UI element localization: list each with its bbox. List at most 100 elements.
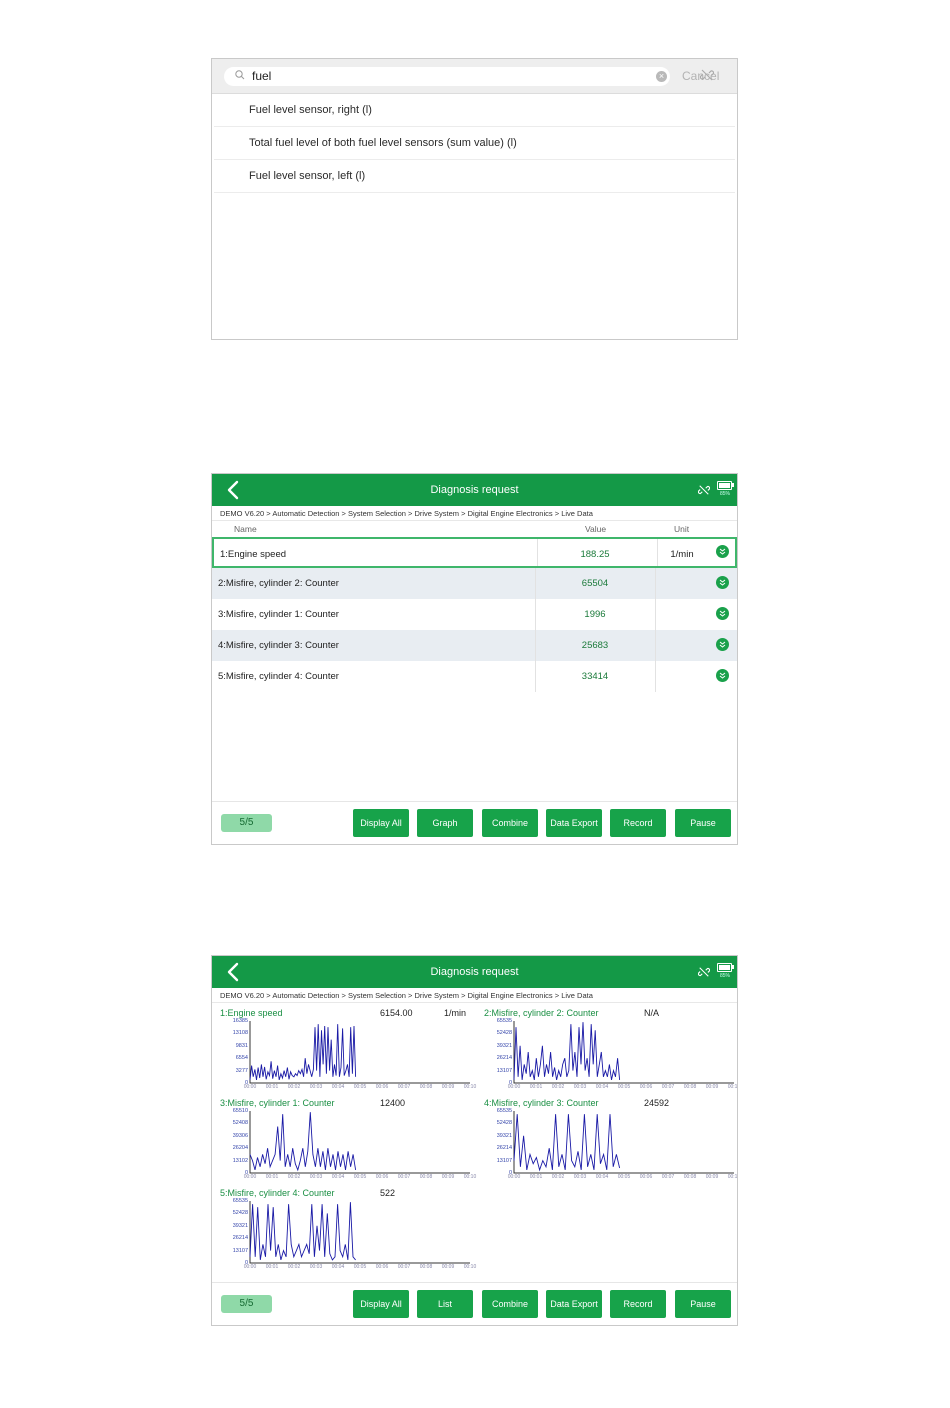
- unlink-icon: [698, 967, 710, 977]
- x-tick-label: 00:05: [617, 1174, 631, 1180]
- x-tick-label: 00:00: [507, 1174, 521, 1180]
- row-name: 2:Misfire, cylinder 2: Counter: [218, 578, 339, 589]
- unlink-icon: [698, 485, 710, 495]
- header-bar: Diagnosis request 85%: [212, 956, 737, 988]
- search-result-item[interactable]: Total fuel level of both fuel level sens…: [214, 127, 735, 160]
- unlink-icon: [700, 69, 714, 81]
- x-tick-label: 00:08: [419, 1264, 433, 1270]
- record-button[interactable]: Record: [610, 809, 666, 837]
- record-button[interactable]: Record: [610, 1290, 666, 1318]
- pause-button[interactable]: Pause: [675, 809, 731, 837]
- x-tick-label: 00:04: [595, 1084, 609, 1090]
- table-row[interactable]: 5:Misfire, cylinder 4: Counter 33414: [212, 661, 737, 692]
- table-row[interactable]: 1:Engine speed 188.25 1/min: [212, 537, 737, 568]
- expand-chevron-icon[interactable]: [716, 638, 729, 651]
- x-tick-label: 00:09: [705, 1084, 719, 1090]
- x-tick-label: 00:01: [265, 1174, 279, 1180]
- x-tick-label: 00:02: [551, 1174, 565, 1180]
- table-row[interactable]: 3:Misfire, cylinder 1: Counter 1996: [212, 599, 737, 630]
- graph-title: 1:Engine speed: [220, 1008, 283, 1018]
- y-tick-label: 13107: [232, 1247, 248, 1254]
- x-tick-label: 00:06: [375, 1264, 389, 1270]
- row-unit: 1/min: [670, 549, 694, 560]
- display-all-button[interactable]: Display All: [353, 809, 409, 837]
- x-tick-label: 00:05: [353, 1174, 367, 1180]
- x-tick-label: 00:10: [727, 1174, 738, 1180]
- y-tick-label: 39321: [496, 1042, 512, 1049]
- expand-chevron-icon[interactable]: [716, 607, 729, 620]
- clear-icon[interactable]: ×: [656, 71, 667, 82]
- pause-button[interactable]: Pause: [675, 1290, 731, 1318]
- search-result-item[interactable]: Fuel level sensor, left (l): [214, 160, 735, 193]
- battery-percent: 85%: [720, 491, 731, 497]
- table-row[interactable]: 2:Misfire, cylinder 2: Counter 65504: [212, 568, 737, 599]
- y-tick-label: 52428: [496, 1030, 512, 1037]
- x-tick-label: 00:00: [243, 1084, 257, 1090]
- x-tick-label: 00:07: [397, 1174, 411, 1180]
- x-tick-label: 00:10: [463, 1084, 477, 1090]
- page-counter: 5/5: [221, 814, 272, 832]
- x-tick-label: 00:01: [265, 1084, 279, 1090]
- y-tick-label: 26214: [496, 1055, 512, 1062]
- table-header: Name Value Unit: [212, 521, 737, 537]
- header-title: Diagnosis request: [430, 484, 519, 496]
- y-tick-label: 26214: [232, 1235, 248, 1242]
- search-result-label: Fuel level sensor, left (l): [249, 170, 366, 182]
- x-tick-label: 00:08: [419, 1174, 433, 1180]
- expand-chevron-icon[interactable]: [716, 576, 729, 589]
- expand-chevron-icon[interactable]: [716, 669, 729, 682]
- graph-plot: [513, 1111, 734, 1174]
- search-query: fuel: [252, 69, 272, 83]
- x-tick-label: 00:01: [529, 1084, 543, 1090]
- graph-current-value: 24592: [644, 1098, 670, 1108]
- y-tick-label: 13107: [496, 1067, 512, 1074]
- breadcrumb: DEMO V6.20 > Automatic Detection > Syste…: [212, 506, 737, 521]
- x-tick-label: 00:05: [353, 1084, 367, 1090]
- live-data-list-panel: Diagnosis request 85% DEMO V6.20 > Autom…: [211, 473, 738, 845]
- x-tick-label: 00:06: [375, 1084, 389, 1090]
- y-tick-label: 39306: [232, 1132, 248, 1139]
- data-export-button[interactable]: Data Export: [546, 1290, 602, 1318]
- y-tick-label: 65510: [232, 1108, 248, 1114]
- y-tick-label: 9831: [235, 1042, 248, 1049]
- x-tick-label: 00:02: [287, 1174, 301, 1180]
- expand-chevron-icon[interactable]: [716, 545, 729, 558]
- graph-title: 2:Misfire, cylinder 2: Counter: [484, 1008, 599, 1018]
- data-export-button[interactable]: Data Export: [546, 809, 602, 837]
- bottom-toolbar: 5/5 Display All Graph Combine Data Expor…: [212, 801, 737, 844]
- y-tick-label: 26214: [496, 1145, 512, 1152]
- x-tick-label: 00:01: [529, 1174, 543, 1180]
- search-result-item[interactable]: Fuel level sensor, right (l): [214, 94, 735, 127]
- graph-current-value: 12400: [380, 1098, 406, 1108]
- list-button[interactable]: List: [417, 1290, 473, 1318]
- x-tick-label: 00:07: [661, 1174, 675, 1180]
- search-input[interactable]: fuel ×: [224, 67, 670, 86]
- y-tick-label: 3277: [235, 1067, 248, 1074]
- battery-percent: 85%: [720, 973, 731, 979]
- header-bar: Diagnosis request 85%: [212, 474, 737, 506]
- table-row[interactable]: 4:Misfire, cylinder 3: Counter 25683: [212, 630, 737, 661]
- graph-unit: 1/min: [444, 1008, 467, 1018]
- combine-button[interactable]: Combine: [482, 809, 538, 837]
- x-tick-label: 00:08: [419, 1084, 433, 1090]
- graph-series-line: [249, 1202, 356, 1261]
- column-header-value: Value: [585, 524, 607, 534]
- x-tick-label: 00:06: [375, 1174, 389, 1180]
- x-tick-label: 00:03: [573, 1174, 587, 1180]
- x-tick-label: 00:00: [243, 1264, 257, 1270]
- x-tick-label: 00:02: [287, 1084, 301, 1090]
- x-tick-label: 00:07: [397, 1264, 411, 1270]
- graph-button[interactable]: Graph: [417, 809, 473, 837]
- display-all-button[interactable]: Display All: [353, 1290, 409, 1318]
- y-tick-label: 52428: [232, 1210, 248, 1217]
- graph-current-value: N/A: [644, 1008, 660, 1018]
- x-tick-label: 00:02: [287, 1264, 301, 1270]
- graph-axis: [513, 1111, 734, 1174]
- x-tick-label: 00:07: [661, 1084, 675, 1090]
- x-tick-label: 00:03: [309, 1084, 323, 1090]
- search-panel: fuel × Cancel Fuel level sensor, right (…: [211, 58, 738, 340]
- bottom-toolbar: 5/5 Display All List Combine Data Export…: [212, 1282, 737, 1325]
- battery-icon: 85%: [717, 481, 734, 499]
- row-value: 65504: [581, 578, 609, 589]
- combine-button[interactable]: Combine: [482, 1290, 538, 1318]
